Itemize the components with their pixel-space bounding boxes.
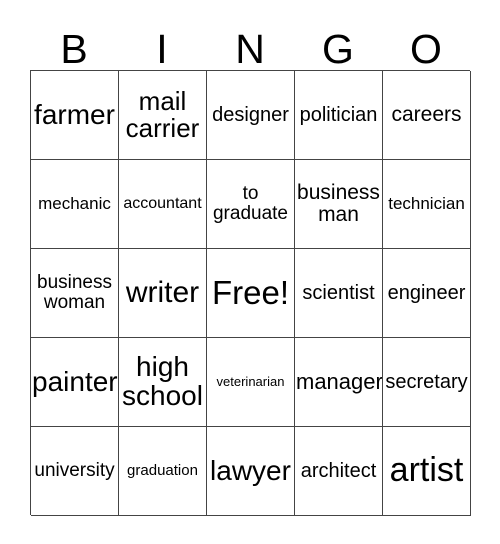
bingo-cell-label: lawyer	[210, 454, 291, 486]
bingo-cell-r4c5[interactable]: secretary	[383, 338, 471, 427]
bingo-cell-r1c5[interactable]: careers	[383, 71, 471, 160]
bingo-cell-label: architect	[300, 459, 377, 482]
bingo-cell-label: high school	[122, 351, 203, 411]
bingo-card: B I N G O farmer mail carrier designer p…	[0, 0, 500, 544]
bingo-cell-label: university	[34, 460, 115, 482]
bingo-header-letter-g: G	[322, 26, 354, 72]
bingo-cell-r5c5[interactable]: artist	[383, 427, 471, 516]
bingo-cell-r5c4[interactable]: architect	[295, 427, 383, 516]
bingo-cell-label: veterinarian	[216, 374, 285, 390]
bingo-header-letter-b: B	[60, 26, 88, 72]
bingo-free-space-label: Free!	[211, 274, 290, 311]
bingo-cell-r2c4[interactable]: business man	[295, 160, 383, 249]
bingo-cell-label: mechanic	[38, 194, 111, 214]
bingo-cell-label: manager	[296, 368, 383, 394]
bingo-cell-label: designer	[212, 103, 289, 126]
bingo-cell-r2c5[interactable]: technician	[383, 160, 471, 249]
bingo-cell-label: careers	[391, 103, 462, 127]
bingo-cell-r3c5[interactable]: engineer	[383, 249, 471, 338]
bingo-cell-label: painter	[32, 365, 118, 397]
bingo-cell-r4c3[interactable]: veterinarian	[207, 338, 295, 427]
bingo-cell-label: graduation	[127, 462, 198, 480]
bingo-cell-label: business woman	[37, 272, 112, 313]
bingo-cell-r5c3[interactable]: lawyer	[207, 427, 295, 516]
bingo-cell-r2c2[interactable]: accountant	[119, 160, 207, 249]
bingo-cell-label: business man	[297, 181, 380, 226]
bingo-cell-r4c4[interactable]: manager	[295, 338, 383, 427]
bingo-cell-r5c2[interactable]: graduation	[119, 427, 207, 516]
bingo-cell-label: to graduate	[212, 183, 288, 224]
bingo-cell-r3c2[interactable]: writer	[119, 249, 207, 338]
bingo-cell-r1c4[interactable]: politician	[295, 71, 383, 160]
bingo-cell-label: writer	[125, 275, 200, 309]
bingo-cell-r4c2[interactable]: high school	[119, 338, 207, 427]
bingo-header-letter-o: O	[410, 26, 442, 72]
bingo-header: B I N G O	[30, 14, 470, 70]
bingo-cell-r2c3[interactable]: to graduate	[207, 160, 295, 249]
bingo-cell-r3c1[interactable]: business woman	[31, 249, 119, 338]
bingo-cell-r3c4[interactable]: scientist	[295, 249, 383, 338]
bingo-cell-label: secretary	[385, 370, 468, 393]
bingo-cell-r2c1[interactable]: mechanic	[31, 160, 119, 249]
bingo-header-letter-i: I	[156, 26, 168, 72]
bingo-cell-r5c1[interactable]: university	[31, 427, 119, 516]
bingo-cell-r1c2[interactable]: mail carrier	[119, 71, 207, 160]
bingo-cell-label: artist	[389, 451, 464, 490]
bingo-cell-r1c3[interactable]: designer	[207, 71, 295, 160]
bingo-cell-label: technician	[388, 194, 465, 214]
bingo-cell-label: mail carrier	[125, 86, 200, 143]
bingo-cell-label: engineer	[387, 281, 466, 304]
bingo-cell-label: farmer	[34, 98, 115, 130]
bingo-cell-r4c1[interactable]: painter	[31, 338, 119, 427]
bingo-cell-label: scientist	[302, 281, 375, 304]
bingo-cell-r1c1[interactable]: farmer	[31, 71, 119, 160]
bingo-cell-label: politician	[299, 103, 378, 126]
bingo-header-letter-n: N	[235, 26, 265, 72]
bingo-cell-free-space[interactable]: Free!	[207, 249, 295, 338]
bingo-cell-label: accountant	[123, 194, 202, 212]
bingo-grid: farmer mail carrier designer politician …	[30, 70, 471, 516]
